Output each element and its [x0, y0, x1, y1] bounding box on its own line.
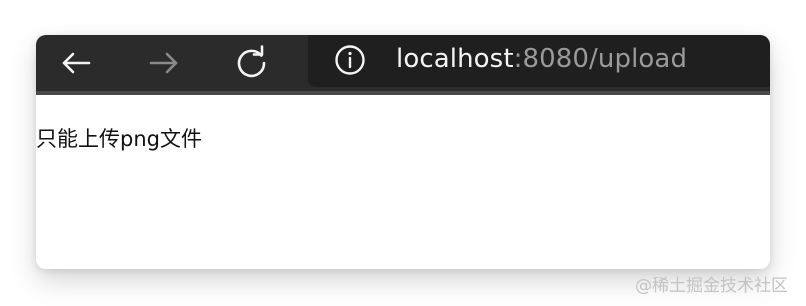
browser-window: localhost:8080/upload 只能上传png文件	[36, 35, 770, 269]
address-bar[interactable]: localhost:8080/upload	[308, 35, 770, 87]
watermark-text: @稀土掘金技术社区	[635, 276, 788, 296]
back-button[interactable]	[54, 41, 98, 85]
page-content: 只能上传png文件	[36, 95, 770, 269]
forward-button[interactable]	[142, 41, 186, 85]
address-url[interactable]: localhost:8080/upload	[396, 43, 687, 75]
url-host: localhost	[396, 44, 514, 74]
url-path: :8080/upload	[513, 44, 688, 74]
browser-toolbar: localhost:8080/upload	[36, 35, 770, 95]
upload-message: 只能上传png文件	[36, 127, 202, 151]
back-arrow-icon	[62, 52, 91, 74]
forward-arrow-icon	[149, 52, 178, 74]
reload-icon	[237, 45, 266, 78]
screenshot-scene: localhost:8080/upload 只能上传png文件 @稀土掘金技术社…	[0, 0, 806, 306]
reload-button[interactable]	[230, 41, 274, 85]
info-icon[interactable]	[334, 44, 366, 76]
